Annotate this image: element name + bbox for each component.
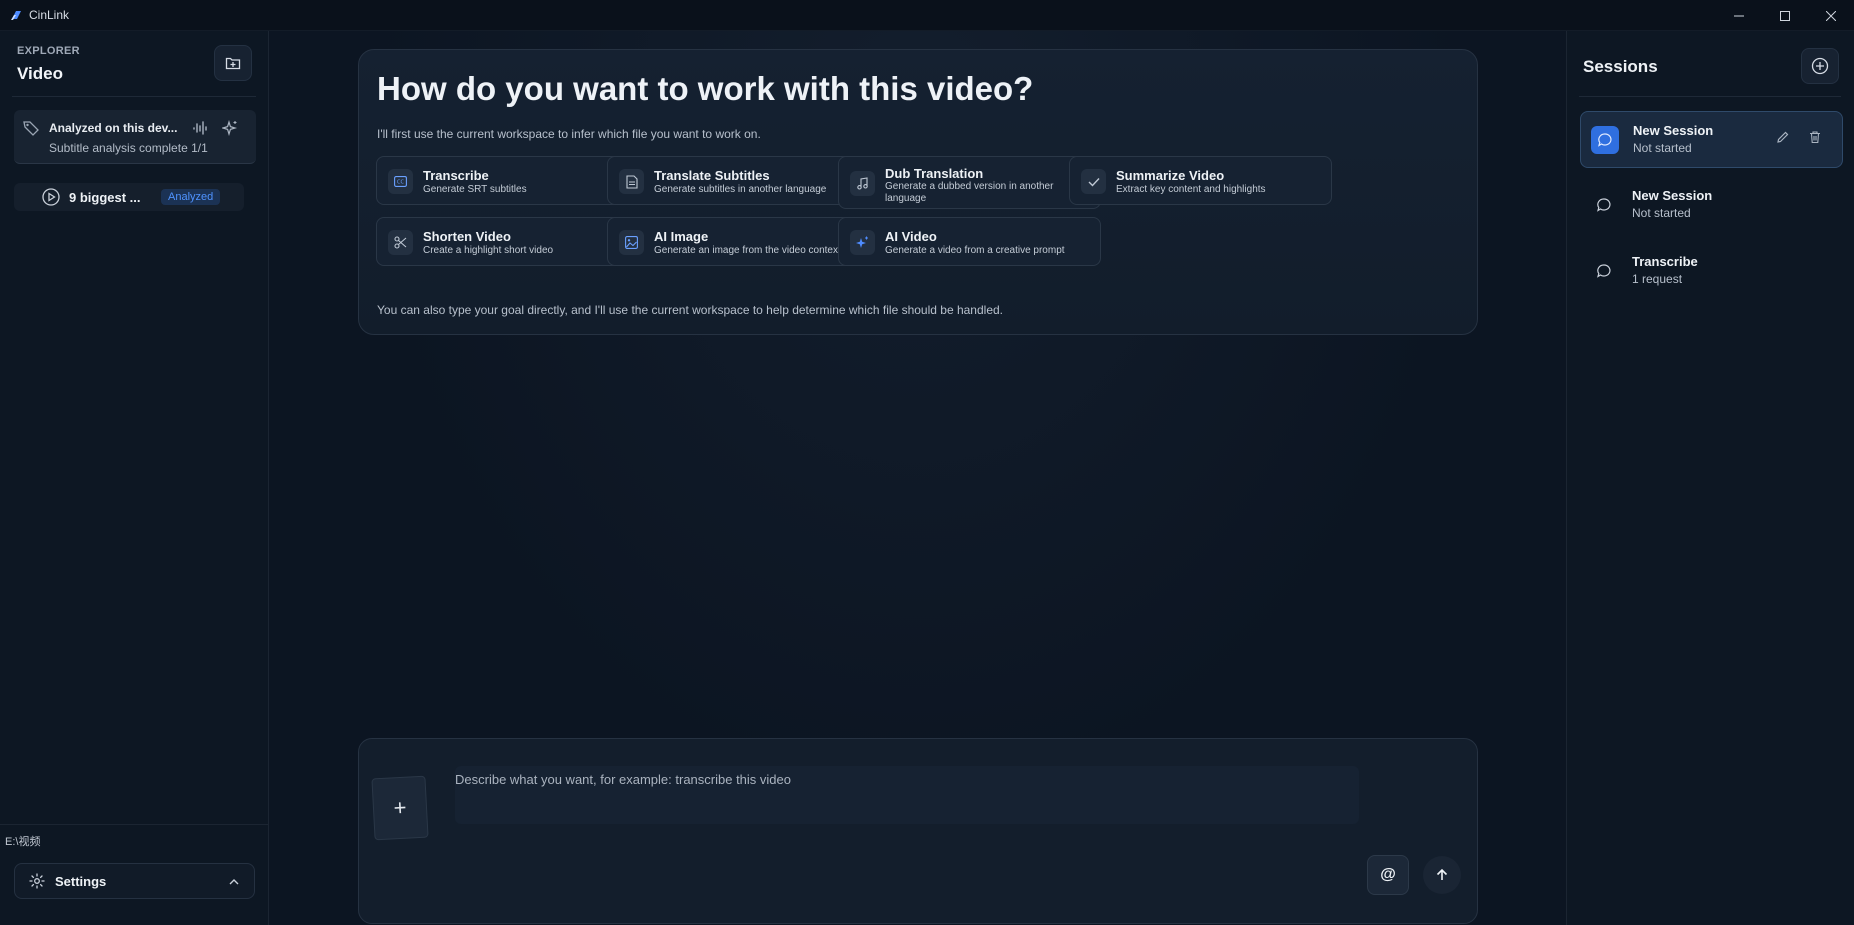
analysis-status-card[interactable]: Analyzed on this dev... Subtitle analysi… (14, 110, 256, 164)
option-title: Summarize Video (1116, 168, 1225, 183)
sparkle-icon[interactable] (220, 119, 238, 141)
option-desc: Generate an image from the video context (654, 245, 841, 256)
explorer-title: Video (17, 64, 63, 83)
option-desc: Create a highlight short video (423, 245, 554, 256)
settings-button[interactable]: Settings (14, 863, 255, 899)
analysis-title: Analyzed on this dev... (49, 121, 178, 135)
message-composer: + @ (358, 738, 1478, 924)
workspace-path: E:\视频 (5, 836, 41, 848)
option-ai-video[interactable]: AI Video Generate a video from a creativ… (838, 217, 1101, 266)
sessions-sidebar: Sessions New Session Not started New Ses… (1566, 31, 1854, 925)
image-icon (619, 230, 644, 255)
option-title: Translate Subtitles (654, 168, 770, 183)
plus-circle-icon (1811, 57, 1829, 75)
option-desc: Generate a dubbed version in another lan… (885, 181, 1054, 204)
option-title: Dub Translation (885, 166, 984, 181)
intro-text: I'll first use the current workspace to … (377, 127, 761, 141)
sparkle-icon (850, 230, 875, 255)
new-session-button[interactable] (1801, 48, 1839, 84)
option-desc: Generate a video from a creative prompt (885, 245, 1065, 256)
option-translate-subtitles[interactable]: Translate Subtitles Generate subtitles i… (607, 156, 870, 205)
document-icon (619, 169, 644, 194)
path-divider (0, 824, 269, 825)
file-item[interactable]: 9 biggest ... Analyzed (14, 183, 244, 211)
session-title: Transcribe (1632, 254, 1698, 269)
option-title: AI Image (654, 229, 709, 244)
attach-file-button[interactable]: + (371, 775, 429, 841)
window-controls (1716, 0, 1854, 31)
folder-plus-icon (225, 57, 241, 70)
analysis-status: Subtitle analysis complete 1/1 (49, 141, 208, 155)
session-status: Not started (1632, 206, 1691, 220)
audio-wave-icon[interactable] (192, 120, 208, 141)
explorer-sidebar: EXPLORER Video Analyzed on this dev... S… (0, 31, 269, 925)
chevron-up-icon (228, 875, 240, 893)
session-item[interactable]: Transcribe 1 request (1580, 243, 1843, 300)
play-icon (42, 188, 60, 206)
file-name: 9 biggest ... (69, 189, 141, 205)
option-shorten-video[interactable]: Shorten Video Create a highlight short v… (376, 217, 639, 266)
option-dub-translation[interactable]: Dub Translation Generate a dubbed versio… (838, 156, 1101, 209)
chat-bubble-icon (1590, 257, 1618, 285)
task-prompt-card: How do you want to work with this video?… (358, 49, 1478, 335)
arrow-up-icon (1436, 868, 1448, 880)
minimize-button[interactable] (1716, 0, 1762, 31)
close-button[interactable] (1808, 0, 1854, 31)
app-title: CinLink (29, 8, 70, 22)
trash-icon[interactable] (1808, 130, 1822, 149)
title-bar: CinLink (0, 0, 1854, 31)
prompt-input[interactable] (455, 766, 1359, 824)
check-icon (1081, 169, 1106, 194)
tag-icon (22, 119, 40, 142)
option-title: AI Video (885, 229, 937, 244)
session-item[interactable]: New Session Not started (1580, 111, 1843, 168)
session-item[interactable]: New Session Not started (1580, 177, 1843, 234)
session-title: New Session (1633, 123, 1714, 138)
option-desc: Extract key content and highlights (1116, 184, 1266, 195)
sidebar-divider (12, 96, 256, 97)
minimize-icon (1734, 15, 1744, 16)
settings-label: Settings (55, 873, 107, 889)
app-logo-icon (10, 9, 23, 22)
option-summarize-video[interactable]: Summarize Video Extract key content and … (1069, 156, 1332, 205)
close-icon (1826, 10, 1836, 21)
page-title: How do you want to work with this video? (377, 70, 1034, 107)
option-title: Shorten Video (423, 229, 511, 244)
music-note-icon (850, 171, 875, 196)
add-folder-button[interactable] (214, 45, 252, 81)
edit-icon[interactable] (1776, 130, 1790, 149)
option-title: Transcribe (423, 168, 489, 183)
chat-bubble-icon (1591, 126, 1619, 154)
footer-note: You can also type your goal directly, an… (377, 303, 1003, 317)
option-desc: Generate subtitles in another language (654, 184, 827, 195)
session-status: 1 request (1632, 272, 1683, 286)
cc-icon: CC (388, 169, 413, 194)
sessions-divider (1579, 96, 1841, 97)
svg-text:CC: CC (397, 180, 404, 186)
option-ai-image[interactable]: AI Image Generate an image from the vide… (607, 217, 870, 266)
maximize-button[interactable] (1762, 0, 1808, 31)
chat-bubble-icon (1590, 191, 1618, 219)
app-window: CinLink EXPLORER Video Analyzed on this … (0, 0, 1854, 925)
main-panel: How do you want to work with this video?… (270, 31, 1566, 925)
option-desc: Generate SRT subtitles (423, 184, 527, 195)
gear-icon (29, 873, 45, 889)
status-badge: Analyzed (161, 189, 221, 205)
send-button[interactable] (1423, 856, 1461, 894)
scissors-icon (388, 230, 413, 255)
mention-button[interactable]: @ (1367, 855, 1409, 895)
sessions-title: Sessions (1583, 57, 1658, 76)
maximize-icon (1780, 10, 1790, 21)
session-title: New Session (1632, 188, 1713, 203)
explorer-label: EXPLORER (17, 45, 80, 57)
session-status: Not started (1633, 141, 1692, 155)
option-transcribe[interactable]: CC Transcribe Generate SRT subtitles (376, 156, 639, 205)
